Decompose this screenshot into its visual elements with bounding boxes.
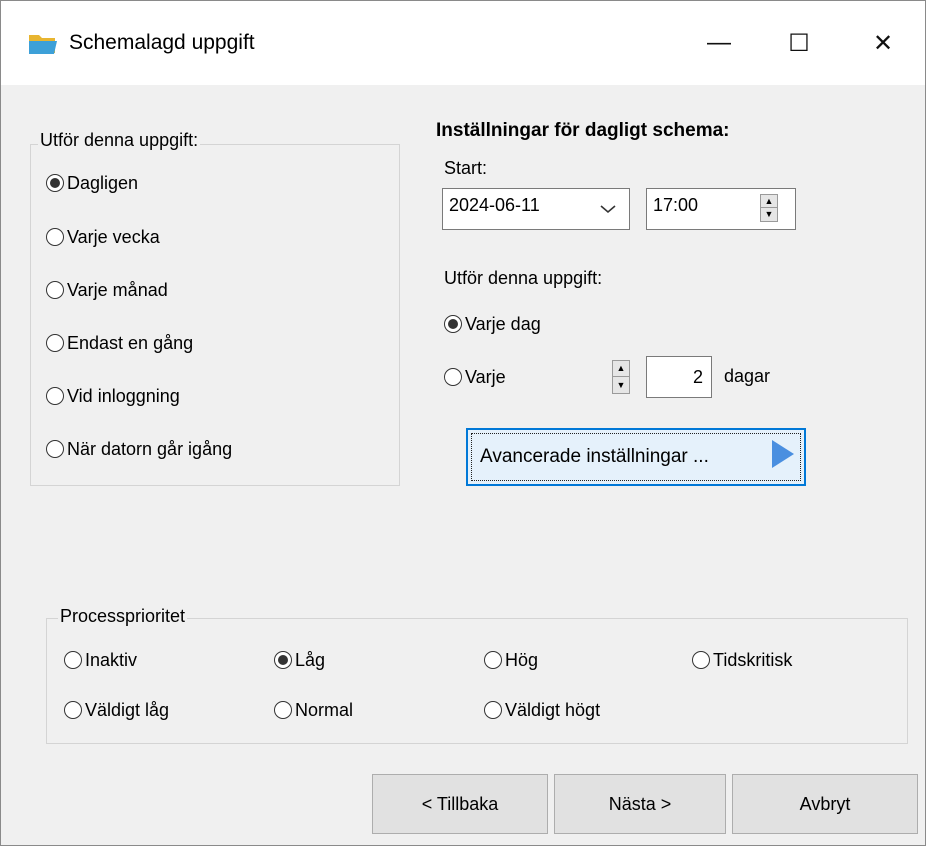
radio-indicator xyxy=(484,651,502,669)
back-button-label: < Tillbaka xyxy=(421,793,499,814)
radio-inaktiv[interactable]: Inaktiv xyxy=(64,647,137,673)
cancel-button[interactable]: Avbryt xyxy=(732,774,918,834)
arrow-right-icon xyxy=(772,440,794,468)
radio-label: Hög xyxy=(505,649,539,670)
close-icon: ✕ xyxy=(872,29,894,57)
radio-label: Väldigt låg xyxy=(85,699,170,720)
window-title: Schemalagd uppgift xyxy=(69,31,255,54)
radio-label: Inaktiv xyxy=(85,649,138,670)
spin-up-icon[interactable]: ▲ xyxy=(761,195,777,208)
radio-label: Varje xyxy=(465,366,506,387)
radio-valdigt-lag[interactable]: Väldigt låg xyxy=(64,697,169,723)
maximize-icon: ☐ xyxy=(788,29,810,57)
close-button[interactable]: ✕ xyxy=(861,23,905,63)
frequency-group-label: Utför denna uppgift: xyxy=(38,130,201,151)
radio-indicator xyxy=(274,651,292,669)
priority-group xyxy=(46,618,908,744)
radio-label: Varje månad xyxy=(67,279,168,300)
chevron-down-icon xyxy=(600,205,616,214)
radio-hog[interactable]: Hög xyxy=(484,647,538,673)
radio-label: Normal xyxy=(295,699,354,720)
radio-dagligen[interactable]: Dagligen xyxy=(46,170,138,196)
radio-valdigt-hogt[interactable]: Väldigt högt xyxy=(484,697,600,723)
radio-label: Vid inloggning xyxy=(67,385,180,406)
interval-value: 2 xyxy=(692,367,703,387)
radio-label: Dagligen xyxy=(67,172,139,193)
spin-down-icon[interactable]: ▼ xyxy=(613,377,629,393)
radio-nar-datorn-gar-igang[interactable]: När datorn går igång xyxy=(46,436,232,462)
radio-varje[interactable]: Varje xyxy=(444,364,506,390)
back-button[interactable]: < Tillbaka xyxy=(372,774,548,834)
minimize-button[interactable]: — xyxy=(697,23,741,63)
radio-label: När datorn går igång xyxy=(67,438,233,459)
next-button-label: Nästa > xyxy=(608,793,672,814)
maximize-button[interactable]: ☐ xyxy=(777,23,821,63)
radio-endast-en-gang[interactable]: Endast en gång xyxy=(46,330,193,356)
time-spinner[interactable]: ▲ ▼ xyxy=(760,194,778,222)
radio-label: Varje vecka xyxy=(67,226,160,247)
radio-label: Endast en gång xyxy=(67,332,194,353)
radio-indicator xyxy=(64,651,82,669)
folder-icon xyxy=(29,35,57,54)
radio-indicator xyxy=(484,701,502,719)
radio-label: Varje dag xyxy=(465,313,541,334)
radio-varje-vecka[interactable]: Varje vecka xyxy=(46,224,160,250)
radio-indicator xyxy=(46,228,64,246)
radio-indicator xyxy=(274,701,292,719)
advanced-settings-focus: Avancerade inställningar ... xyxy=(471,433,801,481)
radio-varje-manad[interactable]: Varje månad xyxy=(46,277,168,303)
minimize-icon: — xyxy=(707,29,731,56)
radio-label: Låg xyxy=(295,649,326,670)
radio-normal[interactable]: Normal xyxy=(274,697,353,723)
radio-indicator xyxy=(46,387,64,405)
advanced-settings-label: Avancerade inställningar ... xyxy=(480,446,709,467)
radio-indicator xyxy=(46,334,64,352)
start-date-value: 2024-06-11 xyxy=(449,195,540,215)
radio-label: Väldigt högt xyxy=(505,699,601,720)
cancel-button-label: Avbryt xyxy=(799,793,851,814)
radio-indicator xyxy=(692,651,710,669)
radio-indicator xyxy=(64,701,82,719)
interval-spinner[interactable]: ▲ ▼ xyxy=(612,360,630,394)
next-button[interactable]: Nästa > xyxy=(554,774,726,834)
radio-indicator xyxy=(46,440,64,458)
spin-down-icon[interactable]: ▼ xyxy=(761,208,777,221)
radio-indicator xyxy=(46,281,64,299)
radio-lag[interactable]: Låg xyxy=(274,647,325,673)
perform-label: Utför denna uppgift: xyxy=(444,268,603,288)
radio-label: Tidskritisk xyxy=(713,649,793,670)
advanced-settings-button[interactable]: Avancerade inställningar ... xyxy=(466,428,806,486)
radio-indicator xyxy=(46,174,64,192)
radio-varje-dag[interactable]: Varje dag xyxy=(444,311,541,337)
daily-settings-heading: Inställningar för dagligt schema: xyxy=(436,120,730,141)
radio-tidskritisk[interactable]: Tidskritisk xyxy=(692,647,792,673)
start-date-picker[interactable]: 2024-06-11 xyxy=(442,188,630,230)
spin-up-icon[interactable]: ▲ xyxy=(613,361,629,377)
start-time-value: 17:00 xyxy=(653,195,699,215)
interval-unit: dagar xyxy=(724,366,771,386)
start-label: Start: xyxy=(444,158,488,178)
interval-field[interactable]: 2 xyxy=(646,356,712,398)
radio-vid-inloggning[interactable]: Vid inloggning xyxy=(46,383,180,409)
radio-indicator xyxy=(444,315,462,333)
radio-indicator xyxy=(444,368,462,386)
title-bar: Schemalagd uppgift — ☐ ✕ xyxy=(1,1,925,85)
priority-group-label: Processprioritet xyxy=(58,606,188,627)
